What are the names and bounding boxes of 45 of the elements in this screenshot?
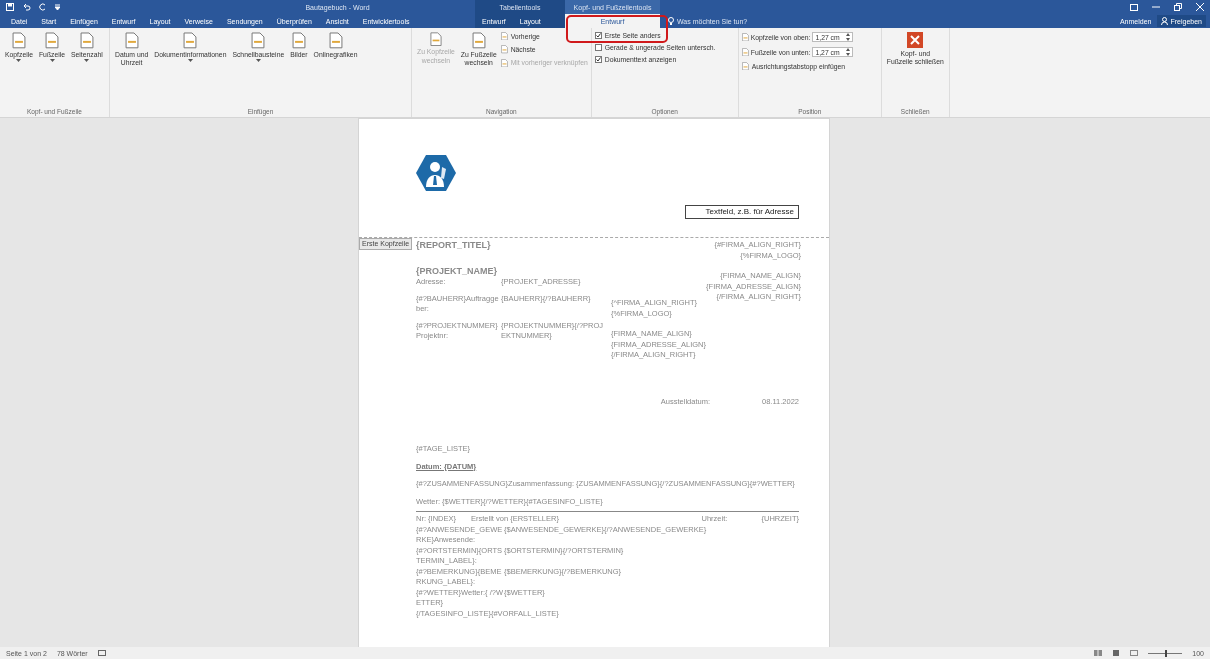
project-name: {PROJEKT_NAME}: [416, 265, 499, 276]
page-icon: [251, 32, 266, 49]
page-icon: [291, 32, 306, 49]
read-mode-icon[interactable]: [1094, 650, 1103, 656]
caret-icon: [84, 59, 90, 63]
lightbulb-icon: [668, 17, 674, 25]
page-icon: [45, 32, 59, 49]
check-icon: [595, 57, 601, 62]
page-icon: [471, 32, 486, 49]
checkbox[interactable]: [594, 56, 602, 63]
proofing-icon[interactable]: [97, 650, 106, 656]
page-icon: [741, 62, 749, 71]
spinner-icon: [845, 48, 850, 56]
caret-icon: [16, 59, 22, 63]
web-layout-icon[interactable]: [1130, 650, 1139, 656]
page-icon: [500, 58, 508, 68]
restore-icon[interactable]: [1174, 3, 1182, 11]
person-icon: [1161, 17, 1169, 25]
page-icon: [500, 45, 508, 54]
close-icon[interactable]: [1196, 3, 1204, 11]
checkbox[interactable]: [594, 44, 602, 51]
undo-icon[interactable]: [22, 3, 31, 11]
page-icon: [500, 32, 508, 41]
caret-icon: [255, 59, 261, 63]
caret-icon: [49, 59, 55, 63]
page-icon: [429, 32, 442, 47]
report-title: {REPORT_TITEL}: [416, 240, 492, 251]
page-icon: [328, 32, 343, 49]
print-layout-icon[interactable]: [1112, 650, 1121, 656]
page-icon: [12, 32, 26, 49]
check-icon: [595, 33, 601, 38]
redo-icon[interactable]: [39, 3, 47, 11]
page-icon: [183, 32, 198, 49]
page-icon: [124, 32, 139, 49]
text-box[interactable]: Textfeld, z.B. für Adresse: [684, 204, 799, 219]
ribbon-options-icon[interactable]: [1130, 3, 1138, 11]
page-icon: [741, 47, 749, 57]
caret-icon: [187, 59, 193, 63]
page-icon: [741, 32, 749, 42]
close-icon: [907, 32, 924, 48]
save-icon[interactable]: [6, 3, 14, 11]
checkbox[interactable]: [594, 32, 602, 39]
customize-icon[interactable]: [55, 4, 60, 10]
spinner-icon: [845, 33, 850, 41]
page-icon: [79, 32, 94, 49]
